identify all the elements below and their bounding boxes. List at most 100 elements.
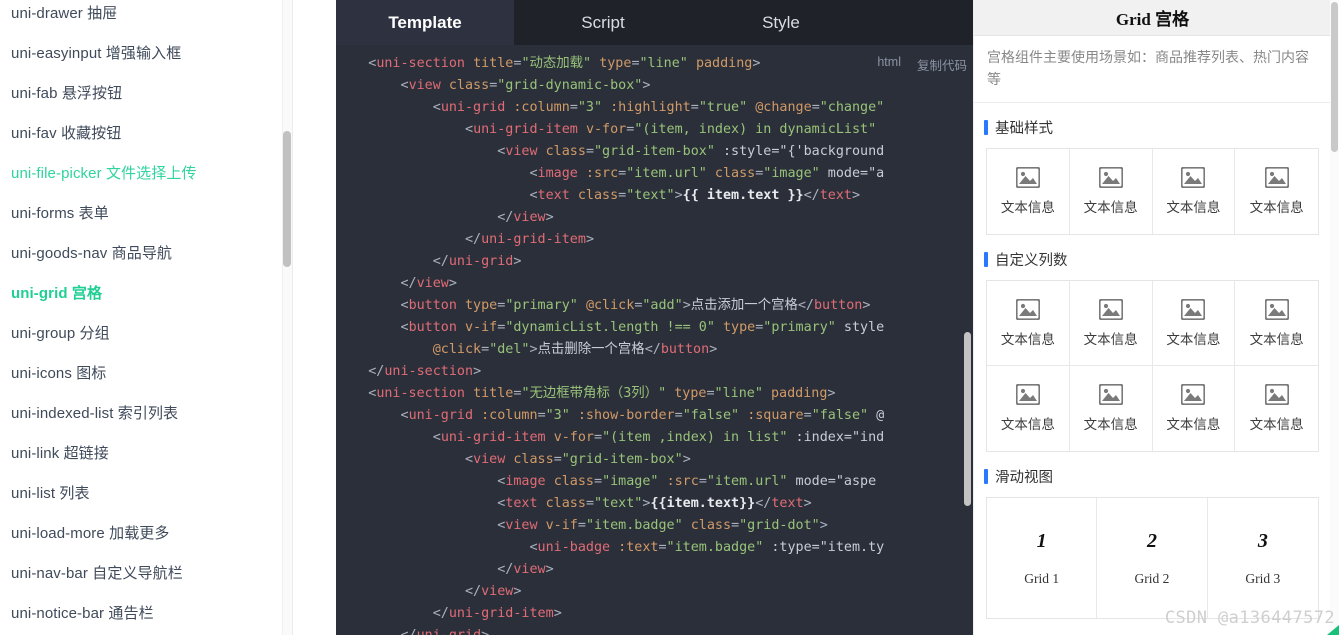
- sidebar-scrollbar-track[interactable]: [282, 0, 292, 635]
- sidebar-item-label: uni-nav-bar 自定义导航栏: [11, 565, 183, 582]
- section-marker-bar: [984, 120, 988, 135]
- copy-code-button[interactable]: 复制代码: [917, 55, 967, 74]
- sidebar-item-label: uni-forms 表单: [11, 205, 109, 222]
- grid-cell-label: 文本信息: [1166, 331, 1221, 347]
- sidebar-item[interactable]: uni-grid 宫格: [0, 274, 283, 314]
- component-sidebar[interactable]: uni-drawer 抽屉 uni-easyinput 增强输入框 uni-fab …: [0, 0, 283, 635]
- image-placeholder-icon: [1264, 298, 1289, 320]
- sidebar-item-label: uni-load-more 加载更多: [11, 525, 170, 542]
- sidebar-item-label: uni-notice-bar 通告栏: [11, 605, 154, 622]
- image-placeholder-icon: [1181, 167, 1206, 188]
- tab-script[interactable]: Script: [514, 0, 692, 45]
- swiper-cell-label: Grid 2: [1134, 570, 1170, 586]
- tab-template[interactable]: Template: [336, 0, 514, 45]
- grid-cell[interactable]: 文本信息: [1235, 149, 1318, 234]
- preview-title: Grid 宫格: [974, 0, 1331, 36]
- sidebar-item-label: uni-indexed-list 索引列表: [11, 405, 179, 422]
- image-placeholder-icon: [1015, 384, 1040, 405]
- tab-style[interactable]: Style: [692, 0, 870, 45]
- section-title-label: 自定义列数: [995, 253, 1068, 269]
- preview-section-title: 滑动视图: [974, 452, 1331, 497]
- sidebar-item[interactable]: uni-file-picker 文件选择上传: [0, 154, 283, 194]
- sidebar-item[interactable]: uni-nav-bar 自定义导航栏: [0, 554, 283, 594]
- grid-cell[interactable]: 文本信息: [1069, 281, 1153, 366]
- sidebar-item[interactable]: uni-fab 悬浮按钮: [0, 74, 283, 114]
- sidebar-item[interactable]: uni-goods-nav 商品导航: [0, 234, 283, 274]
- preview-section-title: 基础样式: [974, 103, 1331, 148]
- sidebar-item-list: uni-drawer 抽屉 uni-easyinput 增强输入框 uni-fab …: [0, 0, 283, 635]
- sidebar-item-label: uni-fav 收藏按钮: [11, 125, 122, 142]
- swiper-cell[interactable]: 2 Grid 2: [1097, 498, 1208, 618]
- page-scrollbar-thumb[interactable]: [1331, 2, 1338, 152]
- grid-cell[interactable]: 文本信息: [1070, 366, 1153, 451]
- code-editor-pane: Template Script Style html 复制代码 <uni-sec…: [336, 0, 973, 635]
- grid-cell-label: 文本信息: [1166, 417, 1221, 432]
- sidebar-item-label: uni-icons 图标: [11, 365, 107, 382]
- sidebar-item[interactable]: uni-easyinput 增强输入框: [0, 34, 283, 74]
- swiper-cell[interactable]: 3 Grid 3: [1208, 498, 1318, 618]
- preview-panel: Grid 宫格 宫格组件主要使用场景如：商品推荐列表、热门内容等 基础样式 文本信…: [973, 0, 1331, 635]
- grid-cell[interactable]: 文本信息: [987, 281, 1070, 366]
- image-placeholder-icon: [1181, 384, 1206, 405]
- grid-cell-label: 文本信息: [1000, 331, 1055, 347]
- sidebar-item[interactable]: uni-list 列表: [0, 474, 283, 514]
- swiper-cell[interactable]: 1 Grid 1: [987, 498, 1098, 618]
- grid-cell[interactable]: 文本信息: [1235, 281, 1318, 366]
- swiper-cell-label: Grid 3: [1245, 570, 1281, 586]
- tab-style-label: Style: [762, 12, 800, 32]
- image-placeholder-icon: [1015, 298, 1040, 320]
- sidebar-item-label: uni-fab 悬浮按钮: [11, 85, 123, 102]
- grid-cell-label: 文本信息: [1249, 331, 1304, 347]
- grid-cell-label: 文本信息: [1166, 200, 1221, 215]
- section-title-label: 滑动视图: [995, 470, 1053, 486]
- grid-cell[interactable]: 文本信息: [1153, 366, 1236, 451]
- sidebar-item[interactable]: uni-group 分组: [0, 314, 283, 354]
- grid-cell[interactable]: 文本信息: [987, 366, 1070, 451]
- preview-sections: 基础样式 文本信息 文本信息 文本信息 文本信息 自定义列数 文本信息 文本信息 文本信息 文本信…: [974, 103, 1331, 619]
- sidebar-divider: [292, 0, 293, 635]
- image-placeholder-icon: [1098, 298, 1123, 320]
- swiper-cell-number: 3: [1257, 529, 1268, 552]
- sidebar-item[interactable]: uni-load-more 加载更多: [0, 514, 283, 554]
- grid-cell-label: 文本信息: [1083, 331, 1138, 347]
- code-scroll-area[interactable]: html 复制代码 <uni-section title="动态加载" type…: [336, 45, 973, 635]
- grid-cell[interactable]: 文本信息: [1235, 366, 1318, 451]
- preview-swiper-grid: 1 Grid 1 2 Grid 2 3 Grid 3: [986, 497, 1319, 619]
- preview-grid: 文本信息 文本信息 文本信息 文本信息: [986, 148, 1319, 235]
- sidebar-scrollbar-thumb[interactable]: [283, 131, 291, 267]
- image-placeholder-icon: [1181, 298, 1206, 320]
- grid-cell[interactable]: 文本信息: [1153, 149, 1236, 234]
- image-placeholder-icon: [1098, 384, 1123, 405]
- sidebar-item[interactable]: uni-link 超链接: [0, 434, 283, 474]
- sidebar-item[interactable]: uni-indexed-list 索引列表: [0, 394, 283, 434]
- sidebar-item-label: uni-easyinput 增强输入框: [11, 45, 182, 62]
- code-language-label: html: [877, 55, 901, 69]
- grid-cell-label: 文本信息: [1249, 200, 1304, 215]
- sidebar-item[interactable]: uni-drawer 抽屉: [0, 0, 283, 34]
- grid-cell[interactable]: 文本信息: [987, 149, 1070, 234]
- code-block: <uni-section title="动态加载" type="line" pa…: [368, 56, 885, 635]
- grid-cell[interactable]: 文本信息: [1152, 281, 1236, 366]
- code-meta: html 复制代码: [877, 55, 967, 74]
- tab-script-label: Script: [581, 12, 625, 32]
- sidebar-item-label: uni-grid 宫格: [11, 285, 103, 302]
- sidebar-item[interactable]: uni-icons 图标: [0, 354, 283, 394]
- swiper-cell-number: 2: [1146, 529, 1157, 552]
- image-placeholder-icon: [1015, 167, 1040, 188]
- tab-template-label: Template: [388, 12, 462, 32]
- sidebar-item-label: uni-drawer 抽屉: [11, 5, 118, 22]
- sidebar-item-label: uni-list 列表: [11, 485, 90, 502]
- sidebar-item[interactable]: uni-notice-bar 通告栏: [0, 594, 283, 634]
- image-placeholder-icon: [1264, 384, 1289, 405]
- grid-cell-label: 文本信息: [1249, 417, 1304, 432]
- section-marker-bar: [984, 252, 988, 267]
- code-scrollbar-thumb[interactable]: [964, 332, 971, 506]
- grid-cell-label: 文本信息: [1083, 417, 1138, 432]
- grid-cell[interactable]: 文本信息: [1070, 149, 1153, 234]
- grid-cell-label: 文本信息: [1000, 417, 1055, 432]
- sidebar-item[interactable]: uni-fav 收藏按钮: [0, 114, 283, 154]
- section-marker-bar: [984, 469, 988, 484]
- sidebar-item[interactable]: uni-forms 表单: [0, 194, 283, 234]
- image-placeholder-icon: [1098, 167, 1123, 188]
- grid-cell-label: 文本信息: [1083, 200, 1138, 215]
